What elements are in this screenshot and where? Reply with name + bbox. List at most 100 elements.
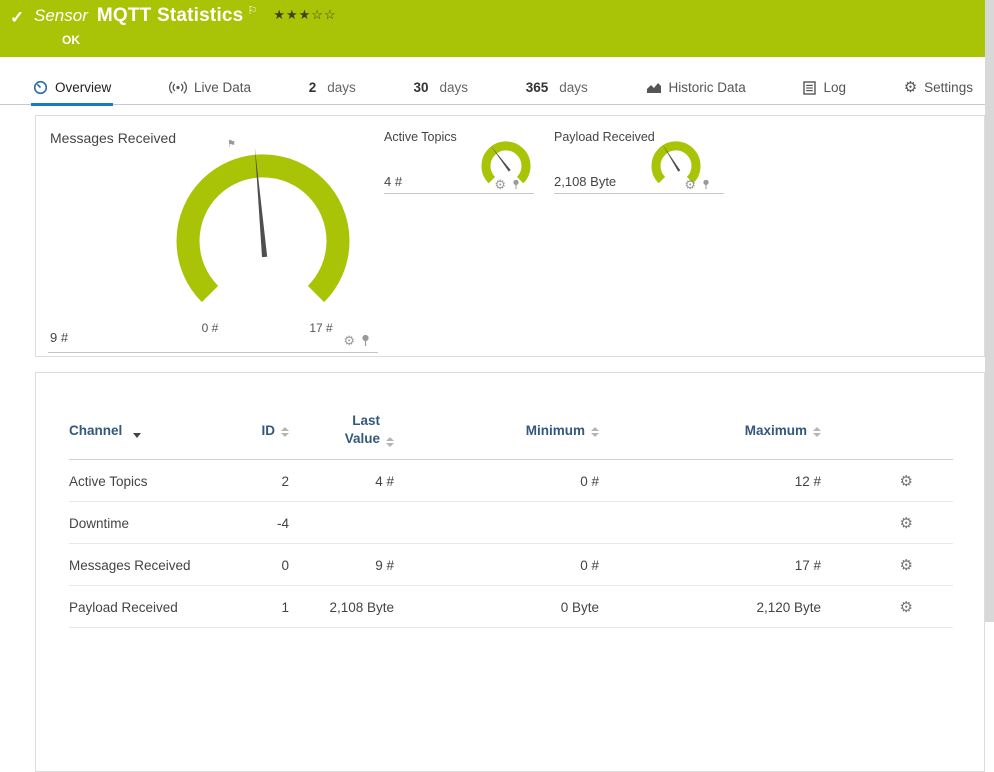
page-title: MQTT Statistics xyxy=(96,5,244,26)
channel-id-cell: -4 xyxy=(219,501,289,545)
table-header-row: Channel ID Last Value Minimum Maximum xyxy=(69,399,953,461)
channel-actions-cell: ⚙ xyxy=(821,501,953,545)
gauge-pin-icon[interactable] xyxy=(702,179,710,190)
sort-caret-icon[interactable] xyxy=(133,432,142,438)
column-header-id-label: ID xyxy=(261,422,276,438)
tab-365-days-number: 365 xyxy=(525,80,549,95)
channel-id-cell: 0 xyxy=(219,543,289,587)
gauge-pin-icon[interactable] xyxy=(361,334,370,347)
active-topics-gauge-block: Active Topics 4 # ⚙ xyxy=(384,126,534,194)
sensor-title-row: Sensor MQTT Statistics ⚐ ★★★☆☆ xyxy=(34,5,337,27)
tab-30-days-unit: days xyxy=(439,80,469,95)
channel-last-value-cell: 9 # xyxy=(289,543,394,587)
priority-stars[interactable]: ★★★☆☆ xyxy=(273,7,336,23)
channel-settings-icon[interactable]: ⚙ xyxy=(900,515,913,532)
sensor-status-badge: OK xyxy=(62,33,80,47)
channel-actions-cell: ⚙ xyxy=(821,459,953,503)
historic-chart-icon xyxy=(646,81,662,94)
gauges-panel: Messages Received ⚑ 0 # 17 # 9 # ⚙ Activ… xyxy=(35,115,985,357)
sort-icon[interactable] xyxy=(386,437,394,448)
table-row: Messages Received 0 9 # 0 # 17 # ⚙ xyxy=(69,543,953,587)
overview-gauge-icon xyxy=(33,80,48,95)
column-header-minimum[interactable]: Minimum xyxy=(394,399,599,461)
tab-log-label: Log xyxy=(823,80,847,95)
sort-icon[interactable] xyxy=(591,426,599,437)
gauge-dial xyxy=(176,147,350,303)
channel-last-value-cell xyxy=(289,501,394,545)
object-type-label: Sensor xyxy=(34,6,88,25)
messages-received-gauge-block: Messages Received ⚑ 0 # 17 # 9 # ⚙ xyxy=(48,124,378,353)
gauge-scale-min: 0 # xyxy=(201,321,219,335)
tab-settings[interactable]: ⚙ Settings xyxy=(904,71,973,105)
tab-log[interactable]: Log xyxy=(803,71,846,105)
channel-actions-cell: ⚙ xyxy=(821,543,953,587)
tab-settings-label: Settings xyxy=(924,80,973,95)
tab-2-days-unit: days xyxy=(327,80,356,95)
column-header-maximum[interactable]: Maximum xyxy=(599,399,821,461)
gauge-settings-icon[interactable]: ⚙ xyxy=(343,334,355,347)
gauge-current-value: 9 # xyxy=(50,330,69,345)
gauge-current-value: 4 # xyxy=(384,174,403,189)
tab-30-days[interactable]: 30 days xyxy=(413,71,468,105)
gauge-title: Active Topics xyxy=(384,130,457,144)
column-header-last-value[interactable]: Last Value xyxy=(289,399,394,461)
status-check-icon: ✓ xyxy=(10,8,25,27)
tab-30-days-number: 30 xyxy=(413,80,429,95)
channel-maximum-cell xyxy=(599,501,821,545)
gauge-settings-icon[interactable]: ⚙ xyxy=(494,178,506,191)
tab-365-days[interactable]: 365 days xyxy=(526,71,588,105)
channel-minimum-cell: 0 # xyxy=(394,459,599,503)
messages-received-gauge: ⚑ 0 # 17 # xyxy=(163,139,363,341)
column-header-channel-label: Channel xyxy=(69,422,123,438)
tab-2-days[interactable]: 2 days xyxy=(309,71,356,105)
column-header-minimum-label: Minimum xyxy=(525,422,585,438)
limit-marker-icon: ⚑ xyxy=(227,139,236,150)
channel-settings-icon[interactable]: ⚙ xyxy=(900,599,913,616)
gauge-title: Payload Received xyxy=(554,130,655,144)
channel-last-value-cell: 4 # xyxy=(289,459,394,503)
channel-name-cell: Downtime xyxy=(69,501,219,545)
settings-gear-icon: ⚙ xyxy=(903,79,918,96)
sensor-header: ✓ Sensor MQTT Statistics ⚐ ★★★☆☆ OK xyxy=(0,0,985,57)
channel-maximum-cell: 12 # xyxy=(599,459,821,503)
tab-historic-data-label: Historic Data xyxy=(668,80,746,95)
column-header-actions xyxy=(821,399,953,461)
channel-settings-icon[interactable]: ⚙ xyxy=(900,557,913,574)
gauge-actions: ⚙ xyxy=(494,178,520,191)
table-row: Active Topics 2 4 # 0 # 12 # ⚙ xyxy=(69,459,953,503)
log-document-icon xyxy=(803,80,817,95)
channels-table: Channel ID Last Value Minimum Maximum Ac… xyxy=(69,399,953,629)
live-data-antenna-icon xyxy=(168,80,187,95)
channel-maximum-cell: 17 # xyxy=(599,543,821,587)
tab-overview[interactable]: Overview xyxy=(30,71,114,106)
page-edge-strip xyxy=(985,0,994,622)
tab-historic-data[interactable]: Historic Data xyxy=(646,71,746,105)
table-row: Downtime -4 ⚙ xyxy=(69,501,953,545)
column-header-id[interactable]: ID xyxy=(219,399,289,461)
channel-minimum-cell: 0 # xyxy=(394,543,599,587)
tab-live-data[interactable]: Live Data xyxy=(168,71,251,105)
gauge-current-value: 2,108 Byte xyxy=(554,174,617,189)
tab-overview-label: Overview xyxy=(55,80,112,95)
gauge-actions: ⚙ xyxy=(343,334,370,347)
tab-2-days-number: 2 xyxy=(308,80,317,95)
column-header-maximum-label: Maximum xyxy=(744,422,807,438)
tab-365-days-unit: days xyxy=(559,80,588,95)
channel-name-cell: Messages Received xyxy=(69,543,219,587)
column-header-channel[interactable]: Channel xyxy=(69,399,219,461)
channel-name-cell: Active Topics xyxy=(69,459,219,503)
tab-bar: Overview Live Data 2 days 30 days 365 da… xyxy=(0,71,985,106)
favorite-flag-icon[interactable]: ⚐ xyxy=(247,4,257,17)
gauge-pin-icon[interactable] xyxy=(512,179,520,190)
sort-icon[interactable] xyxy=(281,426,289,437)
channel-id-cell: 2 xyxy=(219,459,289,503)
gauge-settings-icon[interactable]: ⚙ xyxy=(684,178,696,191)
column-header-last-value-label: Last Value xyxy=(344,413,380,447)
channels-panel: Channel ID Last Value Minimum Maximum Ac… xyxy=(35,372,985,772)
channel-settings-icon[interactable]: ⚙ xyxy=(900,473,913,490)
gauge-title: Messages Received xyxy=(50,130,177,146)
gauge-scale-max: 17 # xyxy=(309,321,333,335)
channel-minimum-cell xyxy=(394,501,599,545)
gauge-actions: ⚙ xyxy=(684,178,710,191)
sort-icon[interactable] xyxy=(813,426,821,437)
